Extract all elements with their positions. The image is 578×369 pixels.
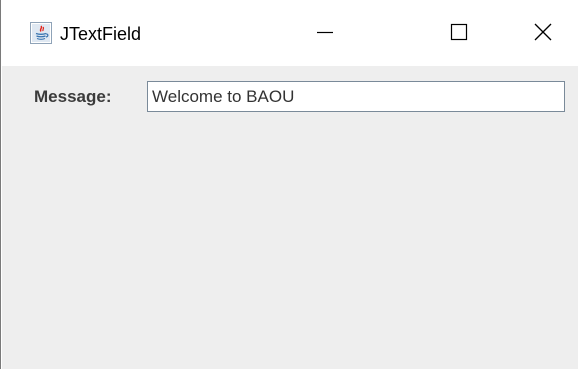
content-panel: Message: xyxy=(2,66,578,369)
minimize-icon xyxy=(316,23,334,46)
title-bar[interactable]: JTextField xyxy=(2,0,578,66)
window-title: JTextField xyxy=(60,24,142,44)
maximize-icon xyxy=(450,23,468,46)
java-icon xyxy=(30,22,52,44)
maximize-button[interactable] xyxy=(436,12,482,56)
close-icon xyxy=(534,23,552,46)
close-button[interactable] xyxy=(520,12,566,56)
message-label: Message: xyxy=(34,87,112,106)
minimize-button[interactable] xyxy=(302,12,348,56)
app-window: JTextField Message: Welcome to BAOU xyxy=(0,0,578,369)
message-field[interactable] xyxy=(147,81,565,112)
